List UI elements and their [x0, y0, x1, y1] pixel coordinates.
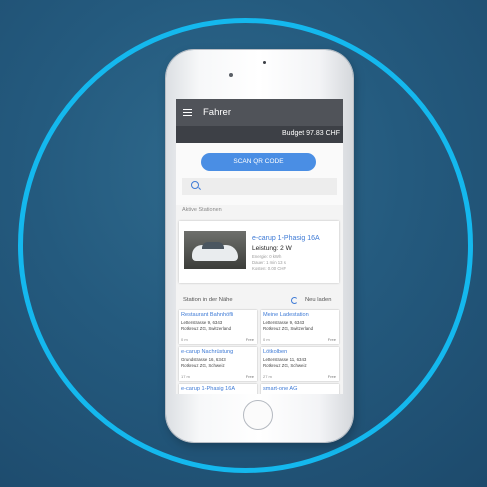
station-city: Rotkreuz ZG, Switzerland	[181, 326, 232, 331]
station-tile[interactable]: Restaurant Bahnhöfli Letterstrasse 9, 63…	[179, 310, 257, 344]
app-screen: Fahrer Budget 97.83 CHF SCAN QR CODE Akt…	[176, 99, 343, 394]
active-station-card[interactable]: e-carup 1-Phasig 16A Leistung: 2 W Energ…	[179, 221, 339, 283]
station-street: Letterstrasse 9, 6343	[263, 320, 305, 325]
nearby-label: Station in der Nähe	[183, 297, 233, 303]
hamburger-menu-icon[interactable]	[183, 109, 192, 117]
budget-text: Budget 97.83 CHF	[282, 130, 340, 137]
search-icon	[191, 181, 199, 189]
station-name: smart-one AG	[263, 386, 298, 392]
station-street: Letterstrasse 11, 6343	[263, 357, 307, 362]
active-station-power: Leistung: 2 W	[252, 245, 292, 252]
station-status: Free	[327, 337, 336, 342]
phone-camera	[263, 61, 266, 64]
station-distance: 27 m	[263, 374, 272, 379]
station-city: Rotkreuz ZG, Schweiz	[181, 363, 225, 368]
station-tile[interactable]: e-carup Nachrüstung Grundstrasse 16, 634…	[179, 347, 257, 381]
station-name: Meine Ladestation	[263, 312, 309, 318]
station-distance: 17 m	[181, 374, 190, 379]
station-name: Lötkolben	[263, 349, 288, 355]
station-name: Restaurant Bahnhöfli	[181, 312, 234, 318]
active-station-energy: Energie: 0 kWh	[252, 254, 282, 259]
station-tile[interactable]: smart-one AG	[261, 384, 339, 394]
station-status: Free	[245, 337, 254, 342]
station-tile[interactable]: e-carup 1-Phasig 16A	[179, 384, 257, 394]
app-title: Fahrer	[203, 107, 231, 118]
station-city: Rotkreuz ZG, Schweiz	[263, 363, 307, 368]
nearby-header: Station in der Nähe Neu laden	[176, 295, 343, 307]
budget-bar: Budget 97.83 CHF	[176, 126, 343, 143]
station-tile[interactable]: Lötkolben Letterstrasse 11, 6343 Rotkreu…	[261, 347, 339, 381]
car-photo	[184, 231, 246, 269]
station-tile[interactable]: Meine Ladestation Letterstrasse 9, 6343 …	[261, 310, 339, 344]
scan-area: SCAN QR CODE	[176, 143, 343, 205]
app-bar: Fahrer	[176, 99, 343, 126]
phone-speaker	[229, 73, 233, 77]
active-station-title: e-carup 1-Phasig 16A	[252, 235, 320, 242]
refresh-button[interactable]: Neu laden	[305, 297, 331, 303]
station-name: e-carup Nachrüstung	[181, 349, 234, 355]
search-input[interactable]	[182, 178, 337, 195]
station-street: Grundstrasse 16, 6343	[181, 357, 226, 362]
station-distance: 0 m	[181, 337, 188, 342]
station-distance: 0 m	[263, 337, 270, 342]
station-name: e-carup 1-Phasig 16A	[181, 386, 236, 392]
refresh-icon[interactable]	[291, 297, 298, 304]
active-stations-label: Aktive Stationen	[182, 207, 222, 213]
active-station-cost: Kosten: 0.00 CHF	[252, 266, 287, 271]
station-city: Rotkreuz ZG, Switzerland	[263, 326, 314, 331]
scan-qr-button[interactable]: SCAN QR CODE	[201, 153, 316, 171]
active-station-duration: Dauer: 1 min 13 s	[252, 260, 286, 265]
station-status: Free	[327, 374, 336, 379]
phone-home-button[interactable]	[243, 400, 273, 430]
station-street: Letterstrasse 9, 6343	[181, 320, 223, 325]
station-status: Free	[245, 374, 254, 379]
